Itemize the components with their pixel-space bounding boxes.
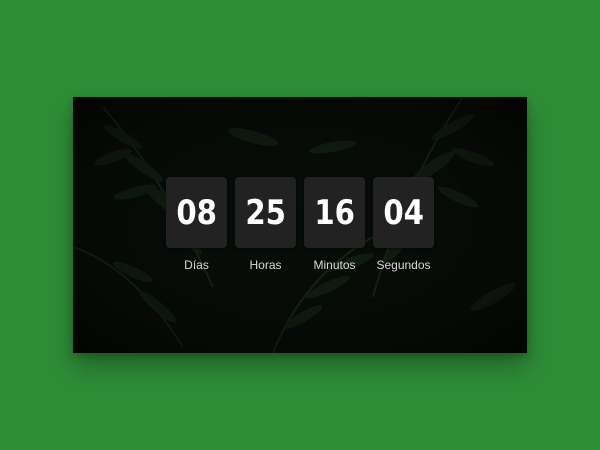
countdown-days: 08 Días — [165, 177, 229, 272]
minutes-label: Minutos — [313, 258, 356, 272]
minutes-value: 16 — [314, 192, 355, 233]
seconds-label: Segundos — [376, 258, 431, 272]
days-digit-box: 08 — [166, 177, 227, 248]
days-value: 08 — [176, 192, 217, 233]
days-label: Días — [184, 258, 209, 272]
hours-digit-box: 25 — [235, 177, 296, 248]
seconds-digit-box: 04 — [373, 177, 434, 248]
hours-value: 25 — [245, 192, 286, 233]
seconds-value: 04 — [383, 192, 424, 233]
countdown-seconds: 04 Segundos — [372, 177, 436, 272]
countdown-panel: 08 Días 25 Horas 16 Minutos 04 Segundos — [73, 97, 527, 353]
minutes-digit-box: 16 — [304, 177, 365, 248]
countdown-timer: 08 Días 25 Horas 16 Minutos 04 Segundos — [73, 177, 527, 272]
countdown-hours: 25 Horas — [234, 177, 298, 272]
countdown-minutes: 16 Minutos — [303, 177, 367, 272]
hours-label: Horas — [249, 258, 282, 272]
